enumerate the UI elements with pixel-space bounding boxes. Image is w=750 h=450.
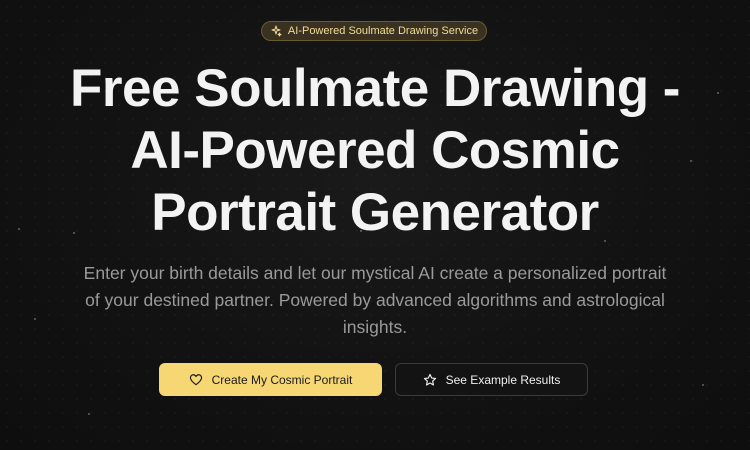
sparkles-icon [270, 25, 282, 37]
description-line: of your destined partner. Powered by adv… [85, 290, 665, 310]
description-line: Enter your birth details and let our mys… [83, 263, 667, 283]
see-examples-label: See Example Results [445, 372, 561, 387]
create-portrait-button[interactable]: Create My Cosmic Portrait [159, 363, 382, 396]
title-line: AI-Powered Cosmic [130, 121, 620, 180]
description-line: insights. [342, 317, 408, 337]
see-examples-button[interactable]: See Example Results [395, 363, 588, 396]
create-portrait-label: Create My Cosmic Portrait [211, 372, 353, 387]
title-line: Free Soulmate Drawing - [70, 59, 680, 118]
service-badge: AI-Powered Soulmate Drawing Service [261, 21, 487, 41]
hero-page: AI-Powered Soulmate Drawing Service Free… [0, 0, 750, 450]
hero-section: AI-Powered Soulmate Drawing Service Free… [0, 0, 750, 450]
star-icon [423, 373, 437, 387]
page-title: Free Soulmate Drawing - AI-Powered Cosmi… [25, 58, 725, 244]
hero-description: Enter your birth details and let our mys… [40, 260, 710, 341]
heart-icon [189, 373, 203, 387]
badge-label: AI-Powered Soulmate Drawing Service [287, 25, 479, 37]
title-line: Portrait Generator [151, 183, 599, 242]
